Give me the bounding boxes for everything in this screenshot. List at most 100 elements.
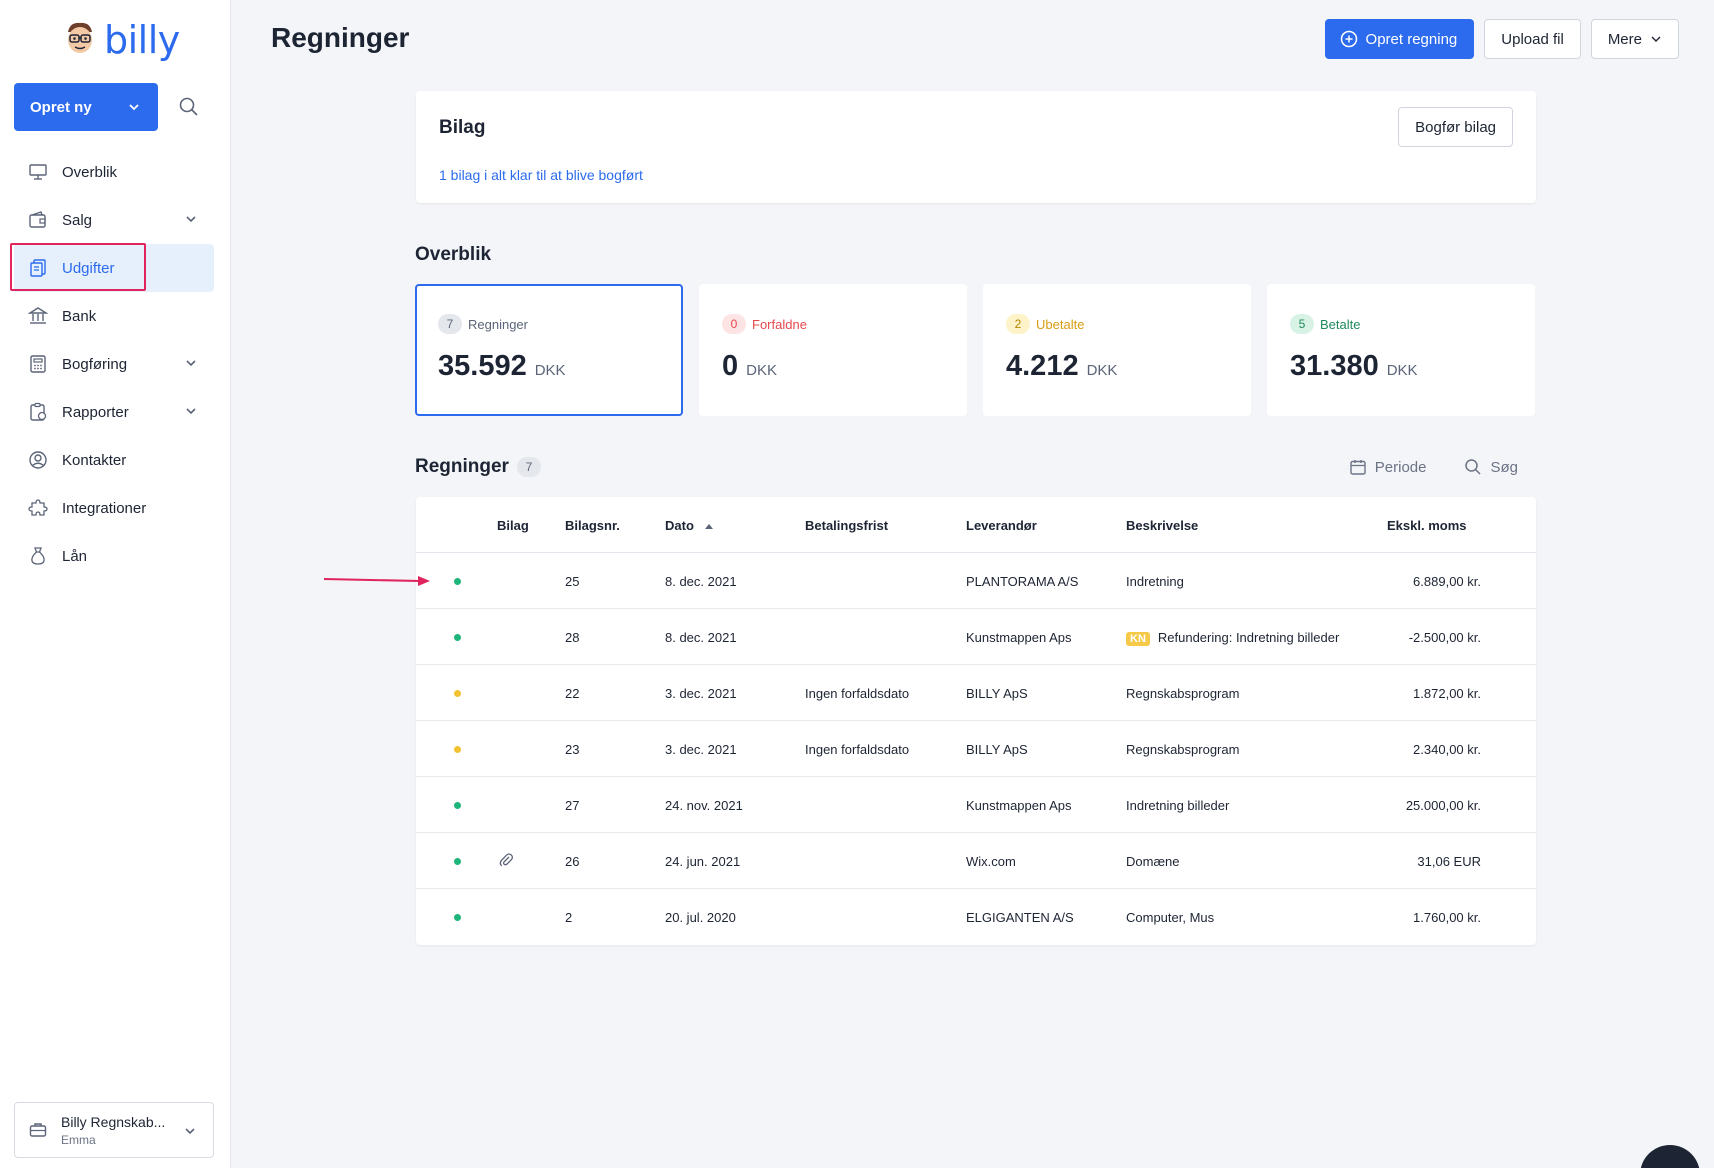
status-dot-paid [454,802,461,809]
org-name: Billy Regnskab... [61,1113,166,1130]
stat-card-bills[interactable]: 7 Regninger 35.592 DKK [415,284,683,416]
bills-table: Bilag Bilagsnr. Dato Betalingsfrist Leve… [416,497,1536,945]
stat-currency: DKK [1086,362,1118,379]
cell-date: 24. jun. 2021 [665,854,741,869]
search-icon[interactable] [178,96,200,118]
table-row[interactable]: 22 3. dec. 2021 Ingen forfaldsdato BILLY… [416,665,1536,721]
stat-count-badge: 7 [438,314,462,334]
column-header-ekskl-moms[interactable]: Ekskl. moms [1387,518,1467,533]
column-header-bilag[interactable]: Bilag [497,518,529,533]
header-actions: Opret regning Upload fil Mere [1324,19,1679,59]
sidebar-item-overblik[interactable]: Overblik [14,148,214,196]
chat-support-button[interactable] [1640,1145,1700,1168]
sidebar-item-salg[interactable]: Salg [14,196,214,244]
more-button[interactable]: Mere [1590,19,1679,59]
cell-bilagsnr: 27 [565,798,580,813]
search-button[interactable]: Søg [1464,458,1518,476]
bilag-ready-link[interactable]: 1 bilag i alt klar til at blive bogført [439,167,643,183]
column-header-dato-label: Dato [665,518,694,533]
chevron-down-icon[interactable] [184,212,198,226]
bank-icon [28,307,48,324]
status-dot-paid [454,914,461,921]
cell-bilagsnr: 2 [565,910,573,925]
column-header-betalingsfrist[interactable]: Betalingsfrist [805,518,888,533]
money-bag-icon [31,547,45,565]
table-row[interactable]: 26 24. jun. 2021 Wix.com Domæne 31,06 EU… [416,833,1536,889]
sidebar-item-bank[interactable]: Bank [14,292,214,340]
status-dot-unpaid [454,690,461,697]
stat-label: Betalte [1320,316,1361,332]
table-row[interactable]: 2 20. jul. 2020 ELGIGANTEN A/S Computer,… [416,889,1536,945]
sidebar-item-rapporter[interactable]: Rapporter [14,388,214,436]
stat-card-overdue[interactable]: 0 Forfaldne 0 DKK [699,284,967,416]
table-row[interactable]: 28 8. dec. 2021 Kunstmappen Aps KN Refund… [416,609,1536,665]
sidebar-item-label: Integrationer [62,499,147,517]
chevron-down-icon[interactable] [184,404,198,418]
organization-switcher[interactable]: Billy Regnskab... Emma [14,1102,214,1158]
create-bill-button[interactable]: Opret regning [1324,19,1475,59]
stat-label: Forfaldne [752,316,807,332]
status-dot-unpaid [454,746,461,753]
stat-currency: DKK [534,362,566,379]
sidebar-item-udgifter[interactable]: Udgifter [14,244,214,292]
cell-due: Ingen forfaldsdato [805,686,910,701]
sidebar-item-label: Bank [62,307,97,325]
stat-count-badge: 2 [1006,314,1030,334]
table-header: Bilag Bilagsnr. Dato Betalingsfrist Leve… [416,497,1536,553]
column-header-bilagsnr[interactable]: Bilagsnr. [565,518,620,533]
sidebar-item-kontakter[interactable]: Kontakter [14,436,214,484]
puzzle-icon [28,499,48,516]
sidebar: billy Opret ny Overblik Salg Udgifter Ba… [0,0,231,1168]
sidebar-item-label: Lån [62,547,88,565]
upload-file-button[interactable]: Upload fil [1484,19,1581,59]
cell-date: 3. dec. 2021 [665,686,737,701]
cell-vendor: Wix.com [966,854,1016,869]
sidebar-item-bogforing[interactable]: Bogføring [14,340,214,388]
list-tools: Periode Søg [1349,458,1518,476]
cell-amount: 1.872,00 kr. [1413,686,1481,701]
cell-bilagsnr: 26 [565,854,580,869]
stat-amount: 0 [722,350,739,382]
upload-file-label: Upload fil [1501,30,1564,48]
stat-header: 2 Ubetalte [1006,314,1228,334]
cell-amount: 6.889,00 kr. [1413,574,1481,589]
stat-card-unpaid[interactable]: 2 Ubetalte 4.212 DKK [983,284,1251,416]
stat-label: Ubetalte [1036,316,1085,332]
cell-date: 24. nov. 2021 [665,798,743,813]
create-new-button[interactable]: Opret ny [14,83,158,131]
logo-text: billy [104,18,180,62]
column-header-beskrivelse[interactable]: Beskrivelse [1126,518,1198,533]
org-info: Billy Regnskab... Emma [61,1114,165,1147]
page-title: Regninger [271,22,410,53]
chevron-down-icon[interactable] [184,356,198,370]
sidebar-item-label: Kontakter [62,451,127,469]
sidebar-item-label: Salg [62,211,93,229]
post-bilag-button[interactable]: Bogfør bilag [1398,107,1513,147]
credit-note-badge: KN [1126,632,1150,646]
table-row[interactable]: 23 3. dec. 2021 Ingen forfaldsdato BILLY… [416,721,1536,777]
table-row[interactable]: 27 24. nov. 2021 Kunstmappen Aps Indretn… [416,777,1536,833]
billy-logo[interactable]: billy [62,18,180,62]
paperclip-icon[interactable] [498,852,514,868]
table-row[interactable]: 25 8. dec. 2021 PLANTORAMA A/S Indretnin… [416,553,1536,609]
chevron-down-icon [1651,36,1661,42]
cell-description: Computer, Mus [1126,910,1215,925]
column-header-dato[interactable]: Dato [665,518,714,533]
briefcase-icon [29,1123,47,1137]
column-header-leverandor[interactable]: Leverandør [966,518,1037,533]
cell-bilagsnr: 22 [565,686,580,701]
cell-vendor: BILLY ApS [966,742,1028,757]
contact-icon [29,451,47,469]
cell-description: KN Refundering: Indretning billeder [1126,630,1339,646]
sidebar-item-lan[interactable]: Lån [14,532,214,580]
wallet-icon [29,211,46,228]
search-icon [1465,459,1482,475]
sidebar-item-integrationer[interactable]: Integrationer [14,484,214,532]
sidebar-item-label: Udgifter [62,259,115,277]
stat-card-paid[interactable]: 5 Betalte 31.380 DKK [1267,284,1535,416]
cell-vendor: PLANTORAMA A/S [966,574,1079,589]
report-icon [30,402,47,421]
cell-description: Indretning billeder [1126,798,1230,813]
period-filter-button[interactable]: Periode [1349,458,1426,476]
stat-currency: DKK [746,362,777,379]
